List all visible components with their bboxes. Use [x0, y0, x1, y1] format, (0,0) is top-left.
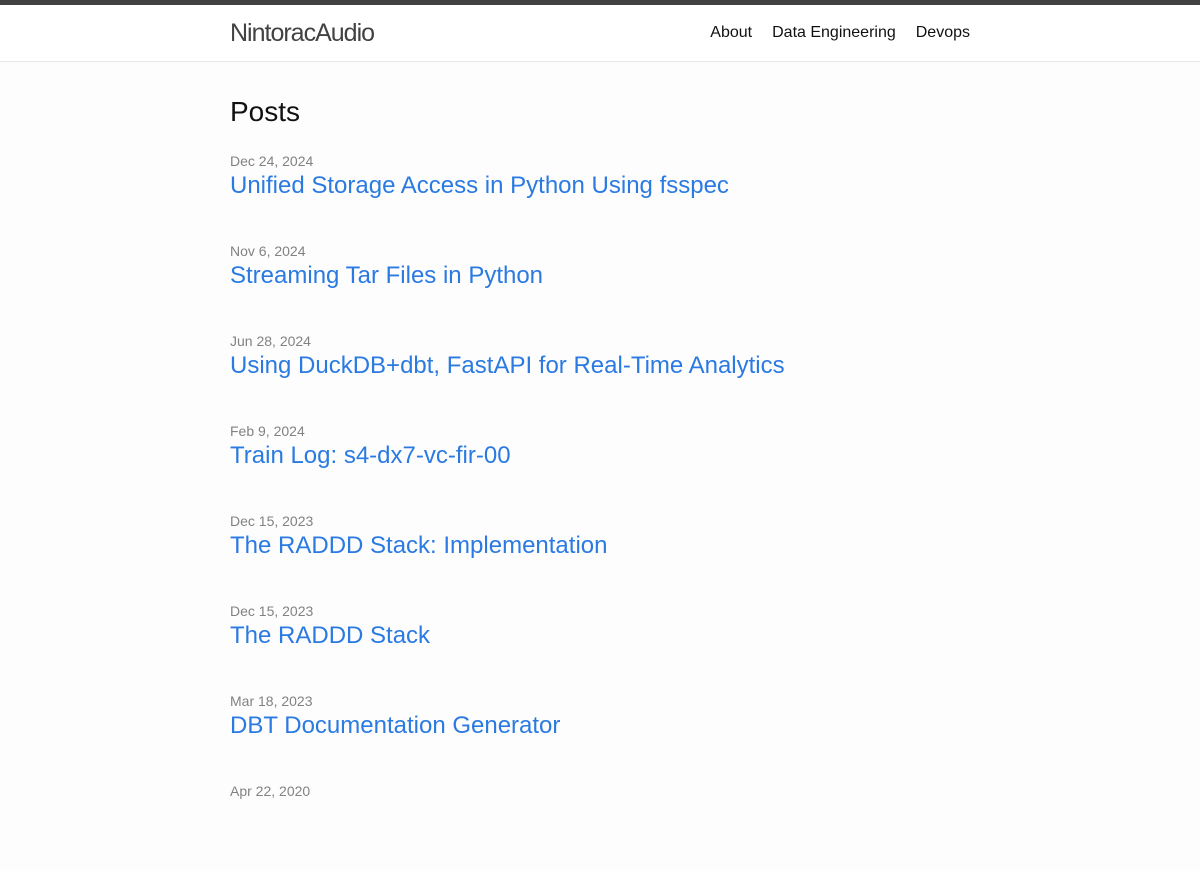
post-date: Feb 9, 2024 [230, 423, 305, 439]
post-date: Dec 15, 2023 [230, 513, 314, 529]
post-date: Dec 24, 2024 [230, 153, 314, 169]
post-date: Apr 22, 2020 [230, 783, 311, 799]
post-date: Dec 15, 2023 [230, 603, 314, 619]
site-nav: About Data Engineering Devops [710, 21, 970, 45]
post-item: Dec 24, 2024 Unified Storage Access in P… [230, 151, 970, 241]
post-title-link[interactable]: The RADDD Stack: Implementation [230, 531, 970, 561]
post-item: Dec 15, 2023 The RADDD Stack [230, 601, 970, 691]
post-date: Mar 18, 2023 [230, 693, 313, 709]
post-title-link[interactable]: Streaming Tar Files in Python [230, 261, 970, 291]
nav-link-data-engineering[interactable]: Data Engineering [772, 21, 896, 45]
page-content: Posts Dec 24, 2024 Unified Storage Acces… [230, 62, 970, 871]
post-list: Dec 24, 2024 Unified Storage Access in P… [230, 151, 970, 871]
header-inner: NintoracAudio About Data Engineering Dev… [230, 5, 970, 61]
post-item: Apr 22, 2020 [230, 781, 970, 871]
page-heading: Posts [230, 96, 301, 127]
post-title-link[interactable]: Train Log: s4-dx7-vc-fir-00 [230, 441, 970, 471]
nav-link-about[interactable]: About [710, 21, 752, 45]
post-item: Mar 18, 2023 DBT Documentation Generator [230, 691, 970, 781]
post-item: Jun 28, 2024 Using DuckDB+dbt, FastAPI f… [230, 331, 970, 421]
post-date: Jun 28, 2024 [230, 333, 311, 349]
post-title-link[interactable]: DBT Documentation Generator [230, 711, 970, 741]
post-title-link[interactable]: The RADDD Stack [230, 621, 970, 651]
nav-link-devops[interactable]: Devops [916, 21, 970, 45]
post-item: Feb 9, 2024 Train Log: s4-dx7-vc-fir-00 [230, 421, 970, 511]
site-title-link[interactable]: NintoracAudio [230, 5, 375, 61]
post-item: Nov 6, 2024 Streaming Tar Files in Pytho… [230, 241, 970, 331]
post-item: Dec 15, 2023 The RADDD Stack: Implementa… [230, 511, 970, 601]
post-title-link[interactable]: Using DuckDB+dbt, FastAPI for Real-Time … [230, 351, 970, 381]
post-title-link[interactable]: Unified Storage Access in Python Using f… [230, 171, 970, 201]
post-date: Nov 6, 2024 [230, 243, 306, 259]
site-header: NintoracAudio About Data Engineering Dev… [0, 5, 1200, 62]
